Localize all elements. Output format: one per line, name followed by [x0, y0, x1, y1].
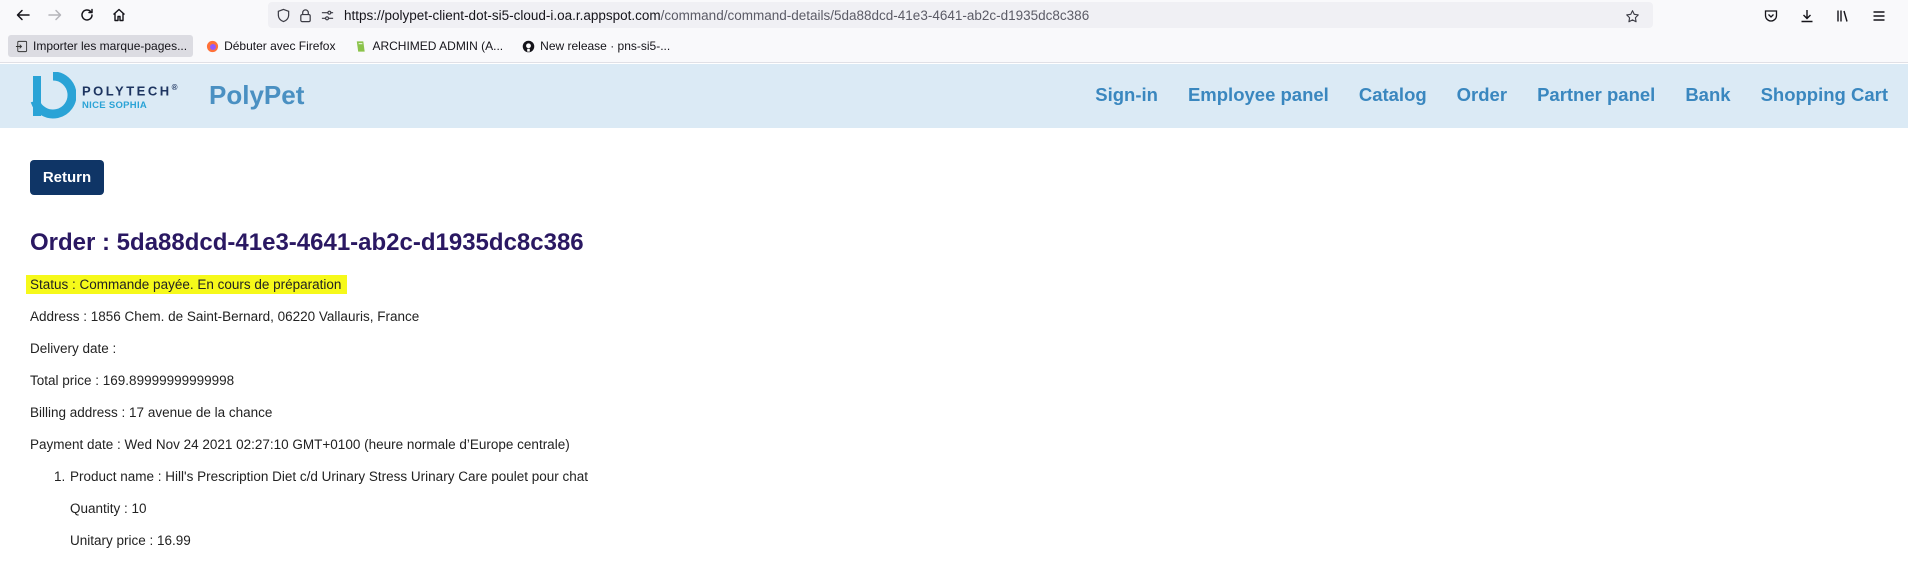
order-total-price: Total price : 169.89999999999998 — [30, 373, 235, 388]
url-text[interactable]: https://polypet-client-dot-si5-cloud-i.o… — [344, 8, 1089, 23]
import-icon — [14, 39, 28, 53]
polytech-logo[interactable]: POLYTECH® NICE SOPHIA — [30, 72, 182, 120]
shield-icon[interactable] — [272, 4, 294, 26]
order-delivery-date: Delivery date : — [30, 341, 117, 356]
app-title[interactable]: PolyPet — [209, 80, 304, 111]
app-header: POLYTECH® NICE SOPHIA PolyPet Sign-in Em… — [0, 64, 1908, 128]
order-billing-address: Billing address : 17 avenue de la chance — [30, 405, 273, 420]
nav-bank[interactable]: Bank — [1685, 84, 1730, 106]
item-product-name: Product name : Hill's Prescription Diet … — [70, 469, 589, 484]
menu-icon[interactable] — [1866, 3, 1892, 29]
bookmark-label: Débuter avec Firefox — [224, 39, 336, 53]
order-title: Order : 5da88dcd-41e3-4641-ab2c-d1935dc8… — [30, 229, 584, 256]
nav-shopping-cart[interactable]: Shopping Cart — [1761, 84, 1888, 106]
reload-icon[interactable] — [74, 2, 100, 28]
library-icon[interactable] — [1830, 3, 1856, 29]
downloads-icon[interactable] — [1794, 3, 1820, 29]
item-quantity: Quantity : 10 — [70, 501, 147, 516]
item-unitary-price: Unitary price : 16.99 — [70, 533, 191, 548]
back-icon[interactable] — [10, 2, 36, 28]
forward-icon[interactable] — [42, 2, 68, 28]
permissions-icon[interactable] — [316, 4, 338, 26]
bookmark-firefox[interactable]: Débuter avec Firefox — [199, 35, 341, 57]
nav-sign-in[interactable]: Sign-in — [1095, 84, 1158, 106]
bookmarks-bar: Importer les marque-pages... Débuter ave… — [0, 30, 1908, 63]
lock-icon[interactable] — [294, 4, 316, 26]
order-payment-date: Payment date : Wed Nov 24 2021 02:27:10 … — [30, 437, 570, 452]
bookmark-label: Importer les marque-pages... — [33, 39, 188, 53]
bookmark-label: New release · pns-si5-... — [540, 39, 671, 53]
bookmark-import[interactable]: Importer les marque-pages... — [8, 35, 194, 57]
github-icon — [521, 39, 535, 53]
bookmark-archimed[interactable]: ARCHIMED ADMIN (A... — [347, 35, 509, 57]
url-domain: https://polypet-client-dot-si5-cloud-i.o… — [344, 7, 661, 23]
firefox-icon — [205, 39, 219, 53]
logo-wordmark: POLYTECH® — [82, 83, 178, 99]
order-address: Address : 1856 Chem. de Saint-Bernard, 0… — [30, 309, 420, 324]
home-icon[interactable] — [106, 2, 132, 28]
main-nav: Sign-in Employee panel Catalog Order Par… — [1065, 84, 1888, 106]
nav-catalog[interactable]: Catalog — [1359, 84, 1427, 106]
bookmark-label: ARCHIMED ADMIN (A... — [372, 39, 504, 53]
browser-toolbar: https://polypet-client-dot-si5-cloud-i.o… — [0, 0, 1908, 30]
nav-partner-panel[interactable]: Partner panel — [1537, 84, 1655, 106]
logo-subtitle: NICE SOPHIA — [82, 100, 148, 111]
address-bar[interactable]: https://polypet-client-dot-si5-cloud-i.o… — [268, 2, 1653, 28]
order-status: Status : Commande payée. En cours de pré… — [26, 275, 348, 294]
pocket-icon[interactable] — [1758, 3, 1784, 29]
archimed-icon — [353, 39, 367, 53]
return-button[interactable]: Return — [30, 160, 104, 195]
polytech-logo-mark — [30, 72, 76, 119]
bookmark-star-icon[interactable] — [1621, 5, 1643, 27]
item-number: 1. — [54, 469, 66, 484]
nav-employee-panel[interactable]: Employee panel — [1188, 84, 1329, 106]
bookmark-github[interactable]: New release · pns-si5-... — [515, 35, 676, 57]
url-path: /command/command-details/5da88dcd-41e3-4… — [660, 7, 1090, 23]
nav-order[interactable]: Order — [1457, 84, 1507, 106]
